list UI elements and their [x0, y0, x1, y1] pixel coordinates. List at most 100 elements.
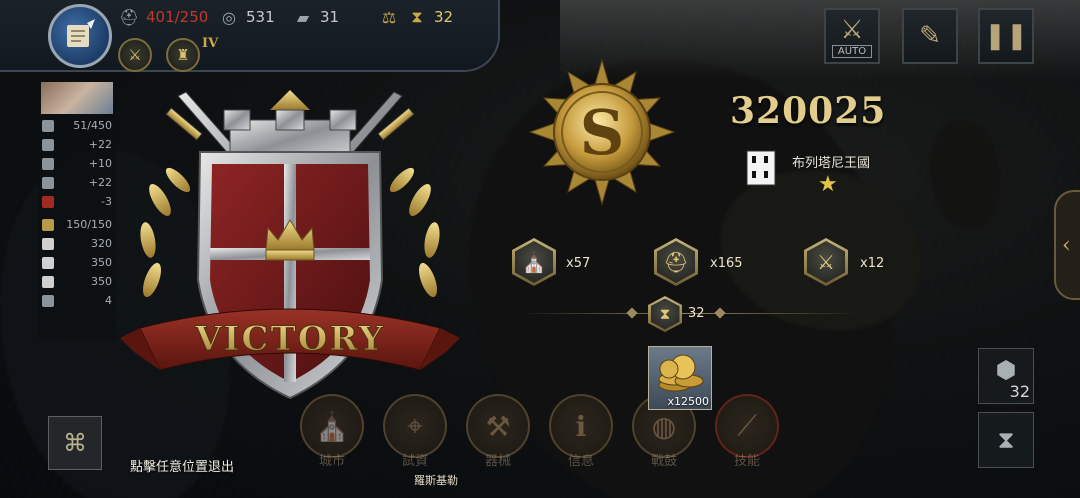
stat-row: +10 — [38, 154, 116, 173]
stat-row: +22 — [38, 135, 116, 154]
iron-bar-icon: ▰ — [296, 7, 310, 27]
army-row: 4 — [38, 291, 116, 310]
svg-text:S: S — [580, 96, 625, 169]
province-thumbnail[interactable] — [41, 82, 113, 114]
info-menu-button[interactable]: ℹ — [549, 394, 613, 458]
skill-menu-label: 技能 — [733, 454, 760, 469]
army-value: 350 — [91, 256, 112, 269]
drum-icon: ◍ — [651, 409, 677, 443]
army-value: 4 — [105, 294, 112, 307]
info-menu-label: 信息 — [567, 454, 594, 469]
battle-menu-label: 戰鼓 — [650, 454, 677, 469]
troops-resource: ⛑ 401/250 — [118, 6, 208, 28]
iron-value: 31 — [320, 8, 340, 26]
quill-button[interactable]: ✎ — [902, 8, 958, 64]
cathedral-icon: ⛪ — [314, 409, 350, 443]
scroll-icon — [67, 19, 95, 47]
gold-coins-icon — [658, 354, 704, 392]
horse-icon — [42, 237, 54, 250]
gold-reward-card[interactable]: x12500 — [648, 346, 712, 410]
scales-icon[interactable]: ⚖ — [378, 6, 400, 28]
skill-menu-button[interactable]: ⟋ — [715, 394, 779, 458]
side-panel-toggle[interactable]: ‹ — [1054, 190, 1080, 300]
army-value: 150/150 — [66, 218, 112, 231]
top-status-bar: ⛑ 401/250 ◎ 531 ▰ 31 ⚖ ⧗ 32 ⚔ ♜ IV — [0, 0, 500, 72]
diplomacy-menu-label: 試資 — [401, 454, 428, 469]
kingdom-name: 布列塔尼王國 — [792, 156, 871, 171]
auto-label: AUTO — [832, 45, 872, 58]
map-city-label: 羅斯基勒 — [414, 474, 458, 487]
crossed-swords-icon: ⚔ — [840, 15, 864, 45]
reward-swords-count: x12 — [860, 256, 885, 271]
grain-icon — [42, 157, 54, 170]
stat-value: +22 — [88, 138, 112, 151]
crossed-swords-badge[interactable]: ⚔ — [118, 38, 152, 72]
chevron-left-icon: ‹ — [1062, 232, 1071, 258]
siege-menu-label: 器械 — [484, 454, 511, 469]
army-row: 350 — [38, 272, 116, 291]
horse-icon — [42, 275, 54, 288]
lance-icon: ⟋ — [737, 409, 757, 442]
boot-icon — [42, 195, 54, 208]
end-turn-button[interactable]: ⧗ — [978, 412, 1034, 468]
hourglass-icon: ⧗ — [411, 7, 423, 26]
faction-emblem[interactable] — [48, 4, 112, 68]
cathedral-icon: ⛪ — [521, 250, 547, 274]
map-icon: ⌘ — [63, 429, 87, 457]
iron-resource: ▰ 31 — [292, 6, 339, 28]
pause-icon: ❚❚ — [984, 21, 1028, 51]
troops-value: 401/250 — [146, 8, 209, 26]
stat-value: +10 — [88, 157, 112, 170]
map-scroll-button[interactable]: ⌘ — [48, 416, 102, 470]
reward-cathedral-count: x57 — [566, 256, 591, 271]
coin-icon: ◎ — [222, 7, 236, 27]
army-row: 350 — [38, 253, 116, 272]
auto-battle-button[interactable]: ⚔ AUTO — [824, 8, 880, 64]
victory-banner-text: VICTORY — [194, 319, 385, 359]
stat-row: -3 — [38, 192, 116, 211]
castle-badge[interactable]: ♜ — [166, 38, 200, 72]
hex-grid-button[interactable]: ⬢ 32 — [978, 348, 1034, 404]
stat-value: +22 — [88, 176, 112, 189]
army-value: 350 — [91, 275, 112, 288]
stat-value: -3 — [101, 195, 112, 208]
stat-row: +22 — [38, 173, 116, 192]
pause-button[interactable]: ❚❚ — [978, 8, 1034, 64]
stat-value: 51/450 — [73, 119, 112, 132]
crossed-swords-icon: ⚔ — [817, 250, 835, 274]
helmet-icon: ⛑ — [118, 7, 140, 27]
province-panel[interactable]: 51/450 +22 +10 +22 -3 150/150 320 350 35… — [38, 80, 116, 340]
helmet-icon — [42, 176, 54, 189]
hourglass-icon: ⧗ — [659, 305, 671, 323]
exit-hint: 點擊任意位置退出 — [130, 460, 235, 475]
coin-icon — [42, 138, 54, 151]
star-icon: ★ — [818, 172, 838, 197]
boot-icon — [42, 294, 54, 307]
tier-label: IV — [202, 36, 219, 51]
gold-value: 531 — [246, 8, 275, 26]
turns-resource: ⚖ ⧗ 32 — [378, 6, 453, 28]
catapult-icon: ⚒ — [485, 409, 511, 443]
gold-resource: ◎ 531 — [218, 6, 275, 28]
stat-row: 51/450 — [38, 116, 116, 135]
helmet-icon: ⛑ — [663, 250, 689, 274]
siege-menu-button[interactable]: ⚒ — [466, 394, 530, 458]
army-value: 320 — [91, 237, 112, 250]
ermine-flag-icon — [746, 150, 776, 186]
hexagons-icon: ⬢ — [995, 356, 1017, 384]
eagle-icon — [42, 218, 54, 231]
reward-helmet-count: x165 — [710, 256, 743, 271]
tower-top — [223, 90, 357, 161]
horse-icon — [42, 256, 54, 269]
city-menu-label: 城市 — [318, 454, 345, 469]
info-icon: ℹ — [575, 409, 587, 443]
victory-crest: VICTORY — [120, 90, 460, 400]
hourglass-icon: ⧗ — [997, 426, 1015, 454]
map-pin-icon: ⌖ — [407, 409, 423, 442]
turns-count: 32 — [688, 306, 705, 321]
victory-score: 320025 — [730, 90, 887, 132]
turns-value: 32 — [434, 8, 454, 26]
score-coin-icon: S — [528, 58, 676, 206]
army-row: 150/150 — [38, 215, 116, 234]
gold-reward-amount: x12500 — [667, 395, 709, 408]
